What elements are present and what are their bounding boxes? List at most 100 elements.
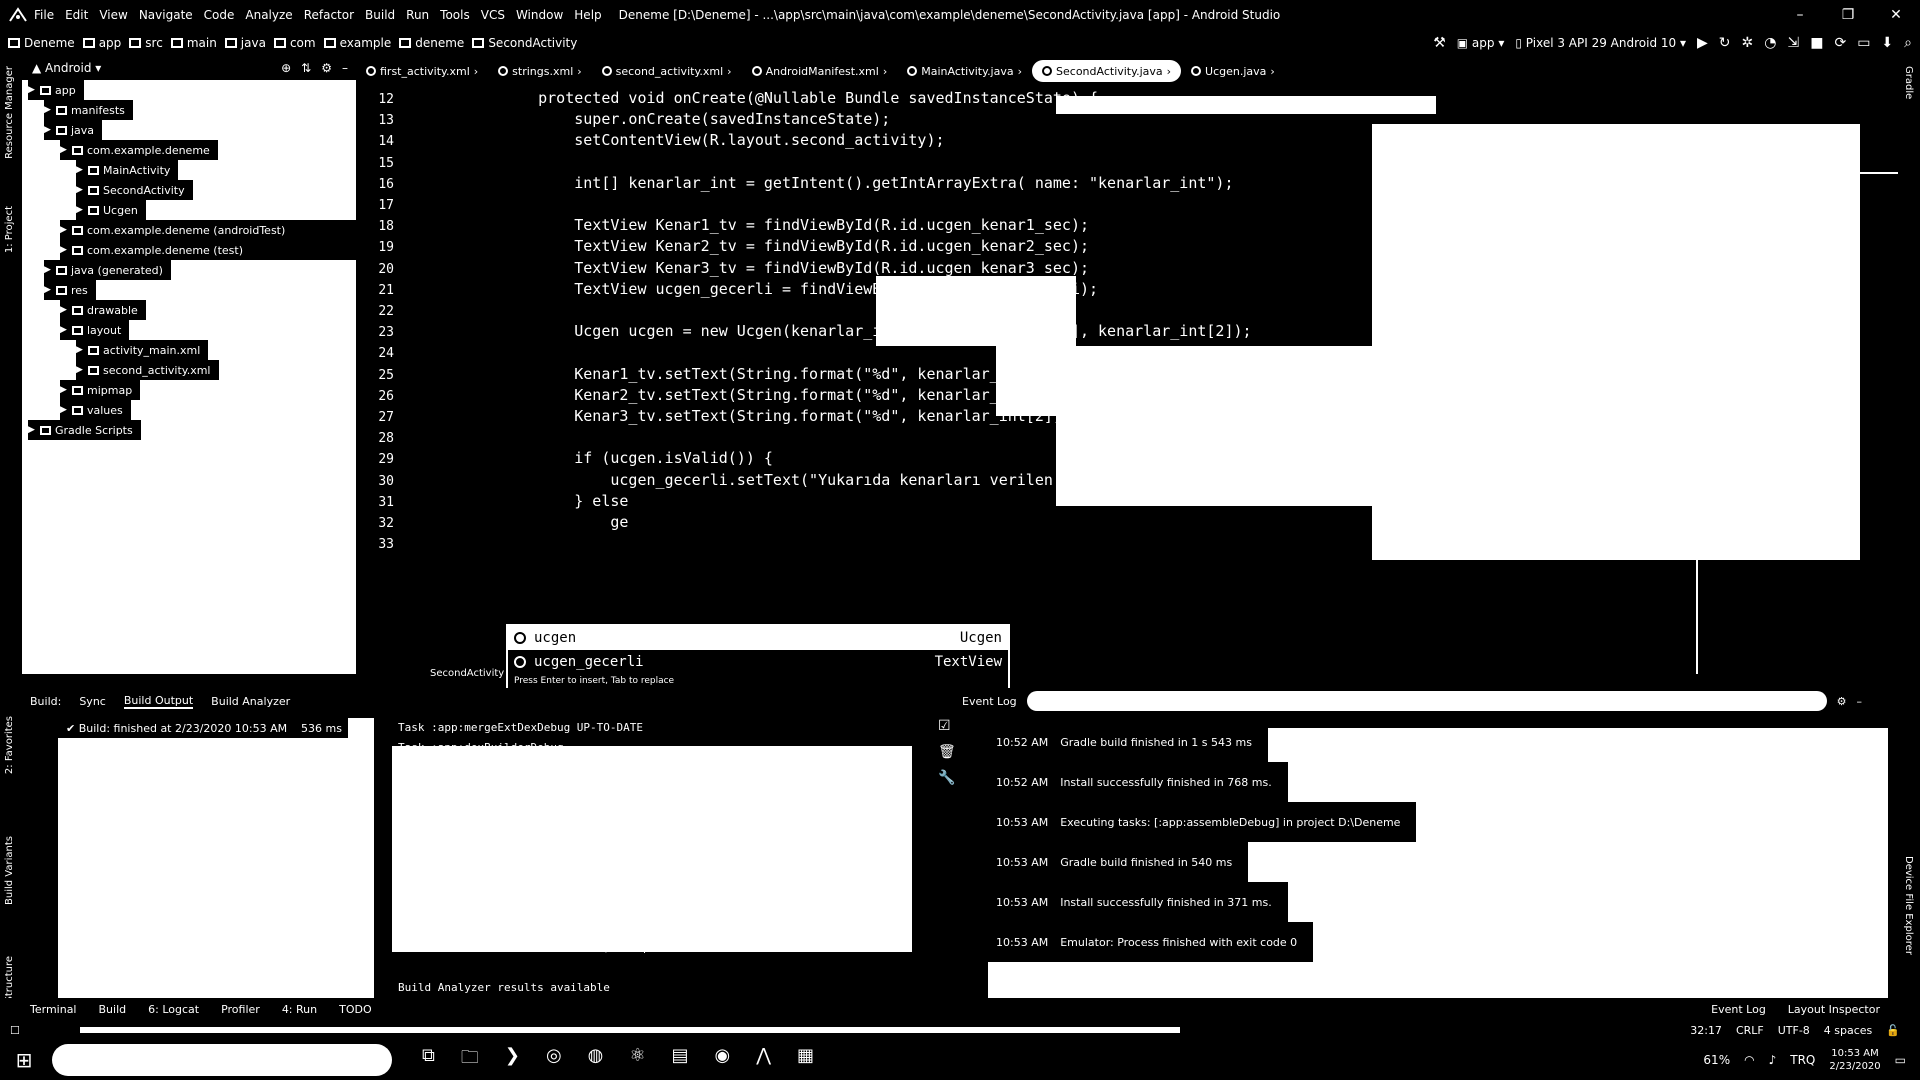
bottom-tab[interactable]: Terminal	[30, 1003, 77, 1016]
code-line[interactable]: ge	[502, 510, 628, 534]
menu-code[interactable]: Code	[204, 8, 235, 22]
chevron-right-icon[interactable]: ▶	[60, 305, 72, 315]
close-icon[interactable]: ›	[577, 65, 581, 78]
hide-icon[interactable]: –	[342, 61, 348, 75]
code-line[interactable]: TextView ucgen_gecerli = findViewById(R.…	[502, 277, 1098, 301]
project-tab[interactable]: 1: Project	[4, 206, 15, 253]
tree-item[interactable]: ▶ manifests	[44, 100, 133, 120]
completion-item[interactable]: ucgen_gecerli TextView	[508, 650, 1008, 674]
run-icon[interactable]: ▶	[1697, 35, 1708, 51]
menu-run[interactable]: Run	[406, 8, 429, 22]
event-log-entry[interactable]: 10:53 AM Install successfully finished in…	[988, 882, 1288, 922]
favorites-tab[interactable]: 2: Favorites	[4, 716, 15, 774]
chevron-right-icon[interactable]: ▶	[60, 245, 72, 255]
chevron-right-icon[interactable]: ▶	[60, 385, 72, 395]
tree-item[interactable]: ▶ app	[28, 80, 84, 100]
clock[interactable]: 10:53 AM 2/23/2020	[1829, 1047, 1880, 1073]
bottom-tab[interactable]: Build	[99, 1003, 127, 1016]
tab-mainactivity-java[interactable]: MainActivity.java ›	[897, 56, 1032, 86]
menu-view[interactable]: View	[99, 8, 127, 22]
lock-icon[interactable]: 🔓	[1886, 1024, 1900, 1037]
breadcrumb-item[interactable]: src	[129, 36, 163, 50]
chevron-right-icon[interactable]: ▶	[76, 205, 88, 215]
gear-icon[interactable]: ⚙	[1837, 695, 1847, 708]
chevron-right-icon[interactable]: ▶	[44, 265, 56, 275]
tab-sync[interactable]: Sync	[79, 695, 106, 708]
caret-position[interactable]: 32:17	[1690, 1024, 1722, 1037]
debug-icon[interactable]: ✲	[1742, 35, 1754, 51]
menu-analyze[interactable]: Analyze	[245, 8, 292, 22]
event-log-entry[interactable]: 10:53 AM Emulator: Process finished with …	[988, 922, 1314, 962]
maximize-button[interactable]: ❐	[1824, 0, 1872, 30]
file-explorer-icon[interactable]: 🗀	[461, 1045, 479, 1075]
tree-item[interactable]: ▶ second_activity.xml	[76, 360, 219, 380]
app-icon[interactable]: ⚛	[629, 1045, 645, 1075]
chevron-right-icon[interactable]: ▶	[76, 185, 88, 195]
editor-breadcrumb[interactable]: SecondActivity	[430, 668, 504, 679]
close-icon[interactable]: ›	[474, 65, 478, 78]
bottom-tab[interactable]: 6: Logcat	[148, 1003, 199, 1016]
file-encoding[interactable]: UTF-8	[1778, 1024, 1810, 1037]
sdk-manager-icon[interactable]: ⬇	[1881, 35, 1893, 51]
menu-window[interactable]: Window	[516, 8, 563, 22]
minimize-button[interactable]: –	[1776, 0, 1824, 30]
event-log-entry[interactable]: 10:53 AM Executing tasks: [:app:assembleD…	[988, 802, 1417, 842]
menu-navigate[interactable]: Navigate	[139, 8, 193, 22]
chevron-right-icon[interactable]: ▶	[44, 125, 56, 135]
bottom-tab[interactable]: TODO	[339, 1003, 372, 1016]
tab-strings-xml[interactable]: strings.xml ›	[488, 56, 592, 86]
menu-refactor[interactable]: Refactor	[304, 8, 354, 22]
tab-first_activity-xml[interactable]: first_activity.xml ›	[356, 56, 488, 86]
bottom-tab[interactable]: Layout Inspector	[1788, 1003, 1880, 1016]
breadcrumb-item[interactable]: SecondActivity	[472, 36, 577, 50]
network-icon[interactable]: ◠	[1744, 1053, 1754, 1067]
chevron-right-icon[interactable]: ▶	[60, 145, 72, 155]
hammer-icon[interactable]: ⚒	[1433, 35, 1446, 51]
close-icon[interactable]: ›	[727, 65, 731, 78]
battery-indicator[interactable]: 61%	[1703, 1053, 1730, 1067]
tree-item[interactable]: ▶ SecondActivity	[76, 180, 193, 200]
wrench-icon[interactable]: 🔧	[938, 770, 978, 786]
tree-item[interactable]: ▶ MainActivity	[76, 160, 179, 180]
close-icon[interactable]: ›	[1270, 65, 1274, 78]
breadcrumb-item[interactable]: java	[224, 36, 266, 50]
tab-build-output[interactable]: Build Output	[123, 694, 194, 709]
task-view-icon[interactable]: ⧉	[422, 1045, 435, 1075]
volume-icon[interactable]: ♪	[1769, 1053, 1777, 1067]
app-icon[interactable]: ◍	[588, 1045, 604, 1075]
menu-build[interactable]: Build	[365, 8, 395, 22]
notifications-icon[interactable]: ▭	[1895, 1053, 1906, 1067]
chevron-right-icon[interactable]: ▶	[44, 105, 56, 115]
code-line[interactable]: int[] kenarlar_int = getIntent().getIntA…	[502, 171, 1233, 195]
chevron-right-icon[interactable]: ▶	[60, 225, 72, 235]
stop-icon[interactable]: ■	[1810, 35, 1823, 51]
app-icon[interactable]: ▦	[797, 1045, 814, 1075]
app-icon[interactable]: ▤	[672, 1045, 689, 1075]
tree-item[interactable]: ▶ activity_main.xml	[76, 340, 209, 360]
tree-item[interactable]: ▶ com.example.deneme	[60, 140, 218, 160]
tree-item[interactable]: ▶ Ucgen	[76, 200, 146, 220]
event-log-entry[interactable]: 10:52 AM Install successfully finished in…	[988, 762, 1288, 802]
chevron-right-icon[interactable]: ▶	[76, 165, 88, 175]
resource-manager-tab[interactable]: Resource Manager	[4, 66, 15, 159]
windows-start-icon[interactable]: ⊞	[0, 1048, 48, 1072]
breadcrumb-item[interactable]: example	[323, 36, 391, 50]
apply-changes-icon[interactable]: ↻	[1719, 35, 1731, 51]
gradle-tab[interactable]: Gradle	[1903, 66, 1914, 99]
language-indicator[interactable]: TRQ	[1790, 1053, 1815, 1067]
chevron-right-icon[interactable]: ▶	[28, 85, 40, 95]
tree-item[interactable]: ▶ com.example.deneme (test)	[60, 240, 356, 260]
project-view-select[interactable]: ▲ Android ▾	[32, 61, 101, 75]
device-select[interactable]: ▯ Pixel 3 API 29 Android 10 ▾	[1515, 36, 1686, 50]
close-icon[interactable]: ›	[883, 65, 887, 78]
tab-androidmanifest-xml[interactable]: AndroidManifest.xml ›	[742, 56, 898, 86]
tree-item[interactable]: ▶ drawable	[60, 300, 146, 320]
bottom-tab[interactable]: Event Log	[1711, 1003, 1766, 1016]
breadcrumb-item[interactable]: Deneme	[8, 36, 75, 50]
chevron-right-icon[interactable]: ▶	[76, 345, 88, 355]
device-file-explorer-tab[interactable]: Device File Explorer	[1903, 856, 1914, 955]
line-separator[interactable]: CRLF	[1736, 1024, 1764, 1037]
tree-item[interactable]: ▶ values	[60, 400, 131, 420]
app-icon[interactable]: ◉	[715, 1045, 731, 1075]
close-icon[interactable]: ›	[1167, 65, 1171, 78]
